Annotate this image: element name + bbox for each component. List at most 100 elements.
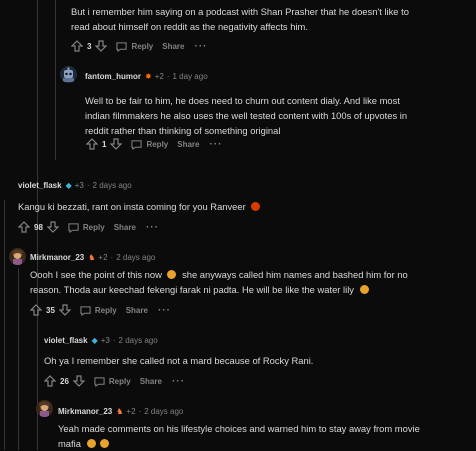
comment-line: Oh ya I remember she called not a mard b… <box>44 355 314 366</box>
username[interactable]: violet_flask <box>18 181 62 190</box>
more-options-icon[interactable]: ··· <box>158 305 171 316</box>
vote-count: 35 <box>46 305 55 315</box>
comment-actions: 98 Reply Share ··· <box>18 221 159 233</box>
more-options-icon[interactable]: ··· <box>172 376 185 387</box>
more-options-icon[interactable]: ··· <box>146 222 159 233</box>
separator-dot: · <box>86 181 90 190</box>
reply-button[interactable]: Reply <box>94 376 131 387</box>
downvote-button[interactable] <box>95 40 108 52</box>
flair-cat-icon: ♞ <box>116 407 124 416</box>
comment-actions: 26 Reply Share ··· <box>44 375 185 387</box>
reply-button[interactable]: Reply <box>80 305 117 316</box>
share-button[interactable]: Share <box>126 306 148 315</box>
comment-body: Kangu ki bezzati, rant on insta coming f… <box>18 199 468 214</box>
more-options-icon[interactable]: ··· <box>194 41 207 52</box>
username[interactable]: Mirkmanor_23 <box>30 253 84 262</box>
reply-label: Reply <box>82 222 105 232</box>
avatar[interactable] <box>60 66 77 83</box>
karma-badge: +3 <box>74 181 84 190</box>
username[interactable]: violet_flask <box>44 336 88 345</box>
separator-dot: · <box>110 253 114 262</box>
flair-fire-icon: ✸ <box>145 72 152 81</box>
reply-label: Reply <box>94 305 117 315</box>
reply-label: Reply <box>146 139 169 149</box>
flair-diamond-icon: ◆ <box>65 181 72 190</box>
comment-text: Oooh I see the point of this now <box>30 269 162 280</box>
reply-icon <box>68 222 79 233</box>
comment-line: But i remember him saying on a podcast w… <box>71 6 409 17</box>
upvote-icon <box>18 221 30 233</box>
upvote-button[interactable] <box>30 304 42 316</box>
karma-badge: +3 <box>100 336 110 345</box>
reply-icon <box>80 305 91 316</box>
comment-actions: 3 Reply Share ··· <box>71 40 207 52</box>
comment-line: read about himself on reddit as the nega… <box>71 21 308 32</box>
reply-button[interactable]: Reply <box>68 222 105 233</box>
character-avatar-icon <box>12 249 23 265</box>
share-label: Share <box>177 139 200 149</box>
upvote-button[interactable] <box>44 375 56 387</box>
vote-count: 1 <box>102 139 107 149</box>
thread-line <box>4 200 5 450</box>
comment-body: Oh ya I remember she called not a mard b… <box>44 353 469 368</box>
share-label: Share <box>139 376 162 386</box>
comment-body: But i remember him saying on a podcast w… <box>71 4 471 34</box>
comment-body: Well to be fair to him, he does need to … <box>85 93 470 138</box>
reply-label: Reply <box>131 41 154 51</box>
comment-body: Oooh I see the point of this now she any… <box>30 267 472 297</box>
thread-line <box>37 352 38 450</box>
downvote-button[interactable] <box>46 221 59 233</box>
smiling-face-emoji-icon <box>100 439 110 448</box>
flair-cat-icon: ♞ <box>88 253 96 262</box>
downvote-icon <box>46 221 59 233</box>
upvote-button[interactable] <box>86 138 98 150</box>
reply-icon <box>94 376 105 387</box>
reply-button[interactable]: Reply <box>131 139 168 150</box>
share-label: Share <box>125 305 148 315</box>
comment-meta: fantom_humor ✸ +2 · 1 day ago <box>85 72 208 81</box>
comment-line: Yeah made comments on his lifestyle choi… <box>58 423 420 434</box>
upvote-icon <box>86 138 98 150</box>
comment-body: Yeah made comments on his lifestyle choi… <box>58 421 473 451</box>
share-button[interactable]: Share <box>140 377 162 386</box>
upvote-button[interactable] <box>71 40 83 52</box>
thread-line <box>18 268 19 450</box>
downvote-icon <box>72 375 85 387</box>
downvote-button[interactable] <box>58 304 71 316</box>
username[interactable]: fantom_humor <box>85 72 141 81</box>
separator-dot: · <box>112 336 116 345</box>
comment-text: reason. Thoda aur keechad fekengi farak … <box>30 284 354 295</box>
reply-icon <box>116 41 128 52</box>
angry-face-emoji-icon <box>251 202 261 211</box>
username[interactable]: Mirkmanor_23 <box>58 407 112 416</box>
upvote-icon <box>44 375 56 387</box>
reply-icon <box>131 139 143 150</box>
vote-count: 3 <box>87 41 92 51</box>
comment-actions: 35 Reply Share ··· <box>30 304 171 316</box>
share-button[interactable]: Share <box>177 140 199 149</box>
upvote-button[interactable] <box>18 221 30 233</box>
share-button[interactable]: Share <box>114 223 136 232</box>
comment-line: Oooh I see the point of this now she any… <box>30 267 472 282</box>
downvote-icon <box>95 40 108 52</box>
vote-count: 98 <box>34 222 43 232</box>
downvote-icon <box>58 304 71 316</box>
downvote-button[interactable] <box>110 138 123 150</box>
avatar[interactable] <box>36 400 53 417</box>
thread-line <box>55 0 56 160</box>
avatar[interactable] <box>9 248 26 265</box>
comment-meta: violet_flask ◆ +3 · 2 days ago <box>44 336 158 345</box>
more-options-icon[interactable]: ··· <box>209 139 222 150</box>
share-label: Share <box>113 222 136 232</box>
grimace-emoji-icon <box>86 439 96 448</box>
karma-badge: +2 <box>154 72 164 81</box>
share-button[interactable]: Share <box>162 42 184 51</box>
reply-button[interactable]: Reply <box>116 41 153 52</box>
timestamp: 2 days ago <box>144 407 184 416</box>
karma-badge: +2 <box>98 253 108 262</box>
downvote-button[interactable] <box>72 375 85 387</box>
comment-line: Well to be fair to him, he does need to … <box>85 95 400 106</box>
downvote-icon <box>110 138 123 150</box>
comment-line: indian filmmakers he also uses the well … <box>85 110 408 121</box>
vote-count: 26 <box>60 376 69 386</box>
